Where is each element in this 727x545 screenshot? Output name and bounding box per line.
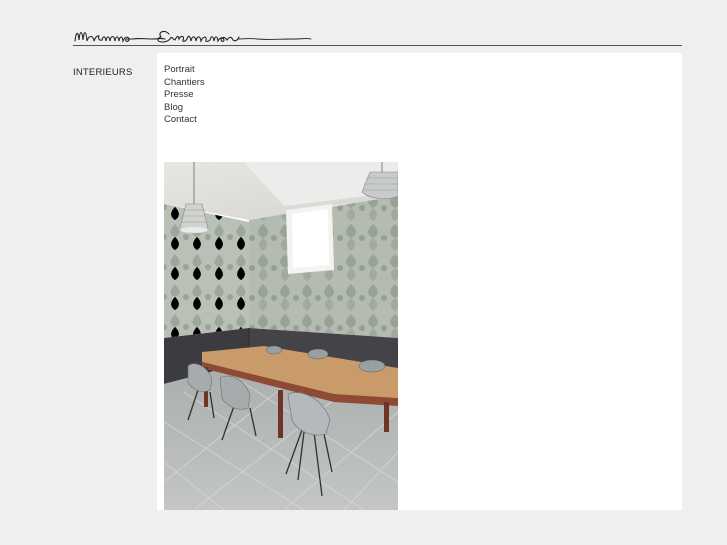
header-divider — [73, 45, 682, 46]
nav-item-presse[interactable]: Presse — [164, 89, 205, 102]
logo[interactable] — [73, 26, 313, 46]
nav-item-contact[interactable]: Contact — [164, 114, 205, 127]
nav-item-chantiers[interactable]: Chantiers — [164, 77, 205, 90]
signature-logo-icon — [73, 26, 313, 46]
interior-image — [164, 162, 398, 510]
page: INTERIEURS Portrait Chantiers Presse Blo… — [0, 0, 727, 545]
main-nav: Portrait Chantiers Presse Blog Contact — [164, 64, 205, 127]
nav-item-blog[interactable]: Blog — [164, 102, 205, 115]
nav-item-portrait[interactable]: Portrait — [164, 64, 205, 77]
dining-room-photo[interactable] — [164, 162, 398, 510]
section-title: INTERIEURS — [73, 67, 133, 78]
